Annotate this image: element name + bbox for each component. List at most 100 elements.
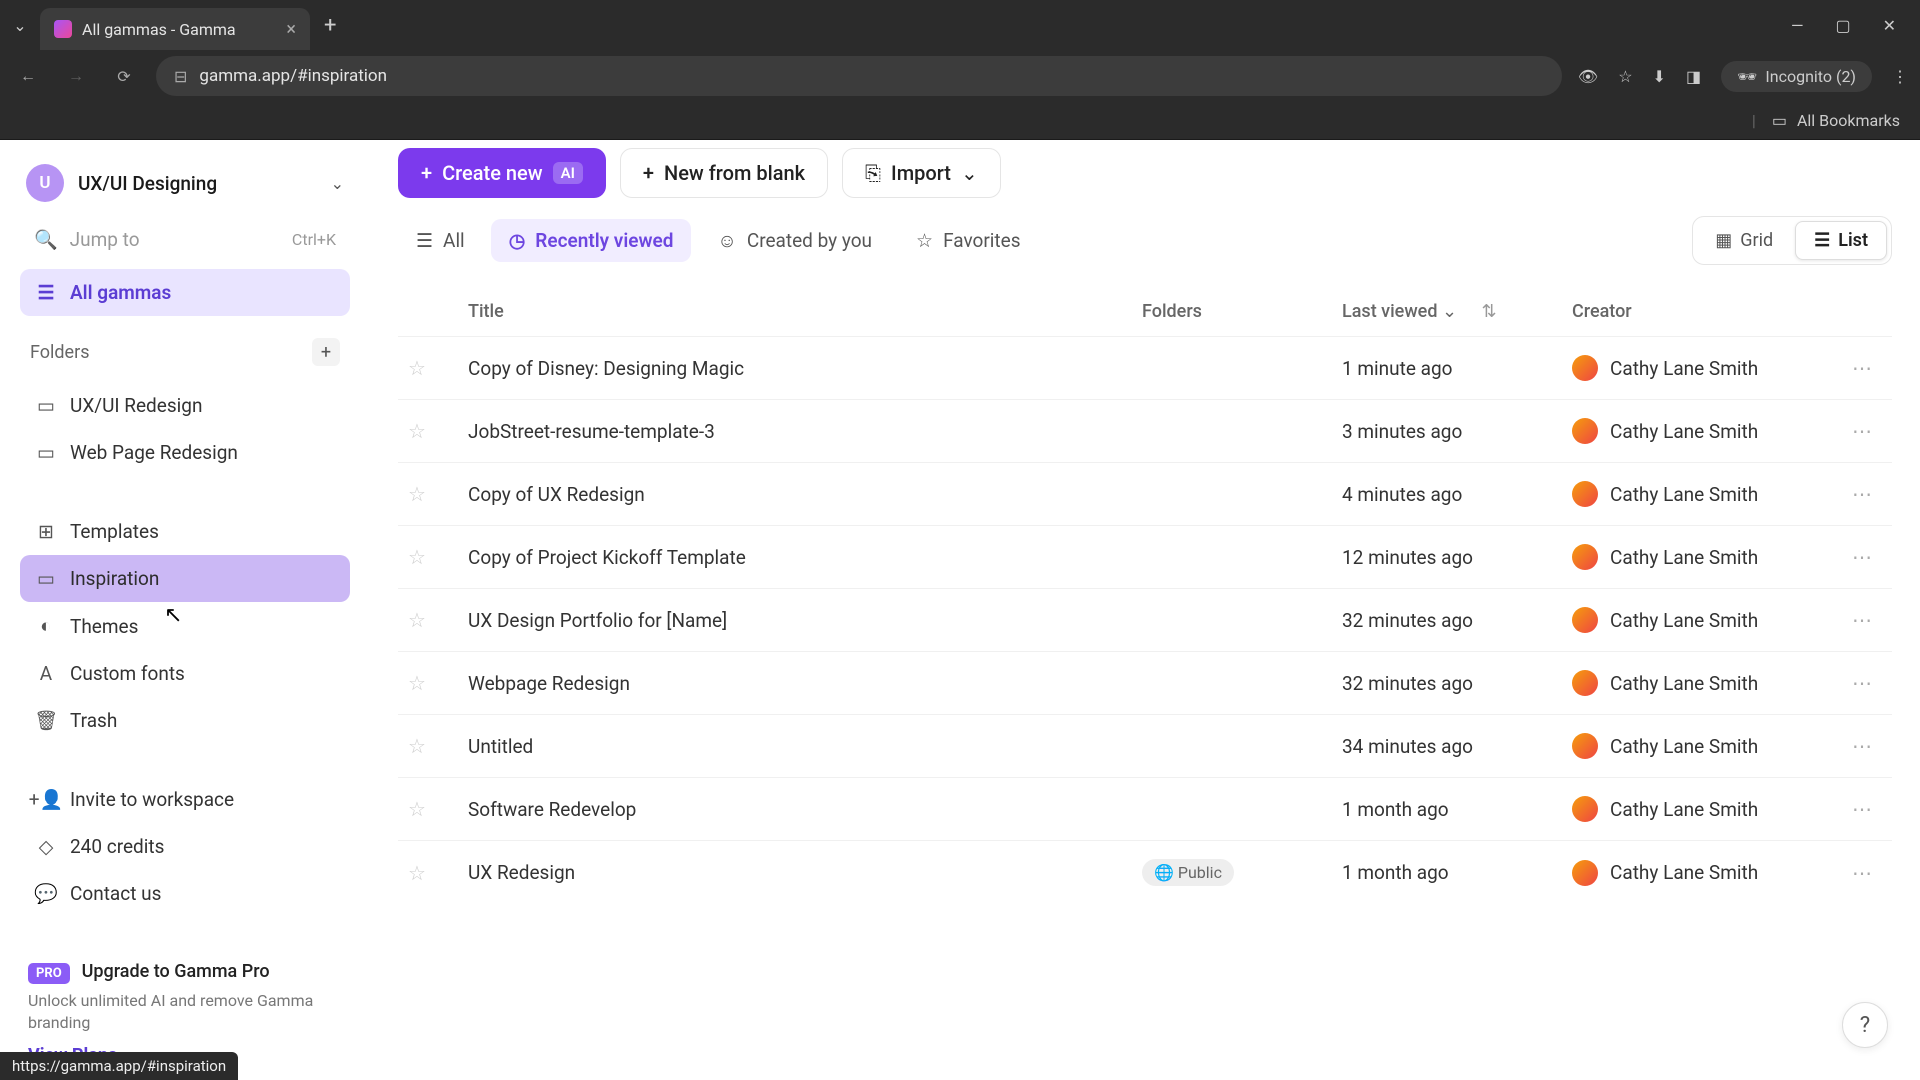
avatar bbox=[1572, 481, 1598, 507]
pro-badge: PRO bbox=[28, 963, 70, 984]
favorite-star-icon[interactable]: ☆ bbox=[408, 608, 426, 632]
table-row[interactable]: ☆ JobStreet-resume-template-3 3 minutes … bbox=[398, 400, 1892, 463]
help-button[interactable]: ? bbox=[1842, 1002, 1888, 1048]
row-menu-button[interactable]: ⋯ bbox=[1852, 671, 1874, 695]
sidebar-item-invite-to-workspace[interactable]: +👤 Invite to workspace bbox=[20, 776, 350, 823]
sidebar-all-gammas[interactable]: ☰ All gammas bbox=[20, 269, 350, 316]
bookmark-star-icon[interactable]: ☆ bbox=[1618, 67, 1632, 86]
forward-button[interactable]: → bbox=[60, 60, 92, 92]
table-row[interactable]: ☆ UX Design Portfolio for [Name] 32 minu… bbox=[398, 589, 1892, 652]
sidebar-item-trash[interactable]: 🗑 Trash bbox=[20, 697, 350, 744]
icon: 💬 bbox=[36, 882, 56, 905]
reload-button[interactable]: ⟳ bbox=[108, 60, 140, 92]
filter-created-by-you[interactable]: ☺ Created by you bbox=[699, 219, 890, 263]
url-text: gamma.app/#inspiration bbox=[199, 66, 387, 86]
row-folders bbox=[1132, 589, 1332, 652]
avatar bbox=[1572, 733, 1598, 759]
col-last-viewed[interactable]: Last viewed ⌄ ⇅ bbox=[1332, 287, 1562, 337]
row-folders bbox=[1132, 400, 1332, 463]
folder-item[interactable]: ▭ UX/UI Redesign bbox=[20, 382, 350, 429]
sort-direction-icon[interactable]: ⇅ bbox=[1482, 301, 1497, 322]
favorite-star-icon[interactable]: ☆ bbox=[408, 861, 426, 885]
table-row[interactable]: ☆ Copy of Disney: Designing Magic 1 minu… bbox=[398, 337, 1892, 400]
avatar bbox=[1572, 860, 1598, 886]
table-row[interactable]: ☆ Untitled 34 minutes ago Cathy Lane Smi… bbox=[398, 715, 1892, 778]
site-info-icon[interactable]: ⊟ bbox=[174, 67, 187, 86]
favorite-star-icon[interactable]: ☆ bbox=[408, 734, 426, 758]
eye-off-icon[interactable]: 👁 bbox=[1578, 67, 1598, 86]
row-menu-button[interactable]: ⋯ bbox=[1852, 419, 1874, 443]
table-row[interactable]: ☆ Software Redevelop 1 month ago Cathy L… bbox=[398, 778, 1892, 841]
filter-recently-viewed[interactable]: ◷ Recently viewed bbox=[491, 219, 692, 262]
star-icon: ☆ bbox=[916, 229, 933, 252]
incognito-icon: 🕶 bbox=[1737, 67, 1757, 86]
sidebar-item-240-credits[interactable]: ◇ 240 credits bbox=[20, 823, 350, 870]
folder-item[interactable]: ▭ Web Page Redesign bbox=[20, 429, 350, 476]
plus-icon: + bbox=[643, 161, 654, 185]
downloads-icon[interactable]: ⬇ bbox=[1653, 67, 1666, 86]
status-bar-url: https://gamma.app/#inspiration bbox=[0, 1052, 238, 1080]
sidebar-item-templates[interactable]: ⊞ Templates bbox=[20, 508, 350, 555]
favorite-star-icon[interactable]: ☆ bbox=[408, 797, 426, 821]
row-last-viewed: 1 month ago bbox=[1332, 778, 1562, 841]
row-menu-button[interactable]: ⋯ bbox=[1852, 608, 1874, 632]
sidebar-item-inspiration[interactable]: ▭ Inspiration bbox=[20, 555, 350, 602]
address-bar[interactable]: ⊟ gamma.app/#inspiration bbox=[156, 56, 1562, 96]
avatar bbox=[1572, 607, 1598, 633]
sidepanel-icon[interactable]: ◨ bbox=[1686, 67, 1701, 86]
table-row[interactable]: ☆ Webpage Redesign 32 minutes ago Cathy … bbox=[398, 652, 1892, 715]
row-title: UX Design Portfolio for [Name] bbox=[458, 589, 1132, 652]
favorite-star-icon[interactable]: ☆ bbox=[408, 419, 426, 443]
all-bookmarks-link[interactable]: All Bookmarks bbox=[1797, 111, 1900, 130]
browser-tab[interactable]: All gammas - Gamma × bbox=[40, 8, 310, 50]
favorite-star-icon[interactable]: ☆ bbox=[408, 671, 426, 695]
col-creator[interactable]: Creator bbox=[1562, 287, 1842, 337]
maximize-icon[interactable]: ▢ bbox=[1835, 16, 1850, 35]
sidebar-item-themes[interactable]: ◐ Themes bbox=[20, 602, 350, 650]
minimize-icon[interactable]: ― bbox=[1791, 16, 1804, 35]
back-button[interactable]: ← bbox=[12, 60, 44, 92]
close-window-icon[interactable]: ✕ bbox=[1883, 16, 1896, 35]
public-badge: 🌐 Public bbox=[1142, 859, 1234, 886]
creator-name: Cathy Lane Smith bbox=[1610, 420, 1758, 443]
creator-name: Cathy Lane Smith bbox=[1610, 609, 1758, 632]
row-title: Copy of Project Kickoff Template bbox=[458, 526, 1132, 589]
row-menu-button[interactable]: ⋯ bbox=[1852, 482, 1874, 506]
row-menu-button[interactable]: ⋯ bbox=[1852, 861, 1874, 885]
col-title[interactable]: Title bbox=[458, 287, 1132, 337]
filter-favorites[interactable]: ☆ Favorites bbox=[898, 219, 1039, 262]
add-folder-button[interactable]: + bbox=[312, 338, 340, 366]
row-last-viewed: 32 minutes ago bbox=[1332, 589, 1562, 652]
row-last-viewed: 32 minutes ago bbox=[1332, 652, 1562, 715]
sidebar-item-contact-us[interactable]: 💬 Contact us bbox=[20, 870, 350, 917]
filter-all[interactable]: ☰ All bbox=[398, 219, 483, 262]
favorite-star-icon[interactable]: ☆ bbox=[408, 545, 426, 569]
sidebar-item-custom-fonts[interactable]: A Custom fonts bbox=[20, 650, 350, 697]
new-tab-button[interactable]: + bbox=[324, 13, 336, 38]
close-tab-icon[interactable]: × bbox=[286, 19, 296, 40]
row-menu-button[interactable]: ⋯ bbox=[1852, 734, 1874, 758]
grid-icon: ▦ bbox=[1715, 230, 1732, 251]
row-title: Copy of Disney: Designing Magic bbox=[458, 337, 1132, 400]
new-from-blank-button[interactable]: + New from blank bbox=[620, 148, 828, 198]
table-row[interactable]: ☆ Copy of Project Kickoff Template 12 mi… bbox=[398, 526, 1892, 589]
import-button[interactable]: ⎘ Import ⌄ bbox=[842, 148, 1001, 198]
browser-menu-icon[interactable]: ⋮ bbox=[1892, 67, 1908, 86]
folder-icon: ▭ bbox=[36, 394, 56, 417]
jump-to-search[interactable]: 🔍 Jump to Ctrl+K bbox=[20, 218, 350, 261]
table-row[interactable]: ☆ Copy of UX Redesign 4 minutes ago Cath… bbox=[398, 463, 1892, 526]
tab-dropdown[interactable]: ⌄ bbox=[6, 7, 34, 43]
row-menu-button[interactable]: ⋯ bbox=[1852, 545, 1874, 569]
incognito-badge[interactable]: 🕶 Incognito (2) bbox=[1721, 61, 1872, 92]
favorite-star-icon[interactable]: ☆ bbox=[408, 482, 426, 506]
row-menu-button[interactable]: ⋯ bbox=[1852, 356, 1874, 380]
workspace-switcher[interactable]: U UX/UI Designing ⌄ bbox=[20, 156, 350, 210]
gammas-table: Title Folders Last viewed ⌄ ⇅ Creator ☆ … bbox=[398, 287, 1892, 904]
table-row[interactable]: ☆ UX Redesign 🌐 Public 1 month ago Cathy… bbox=[398, 841, 1892, 905]
favorite-star-icon[interactable]: ☆ bbox=[408, 356, 426, 380]
col-folders[interactable]: Folders bbox=[1132, 287, 1332, 337]
view-grid-button[interactable]: ▦ Grid bbox=[1697, 221, 1791, 260]
view-list-button[interactable]: ☰ List bbox=[1795, 221, 1887, 260]
row-menu-button[interactable]: ⋯ bbox=[1852, 797, 1874, 821]
create-new-button[interactable]: + Create new AI bbox=[398, 148, 606, 198]
